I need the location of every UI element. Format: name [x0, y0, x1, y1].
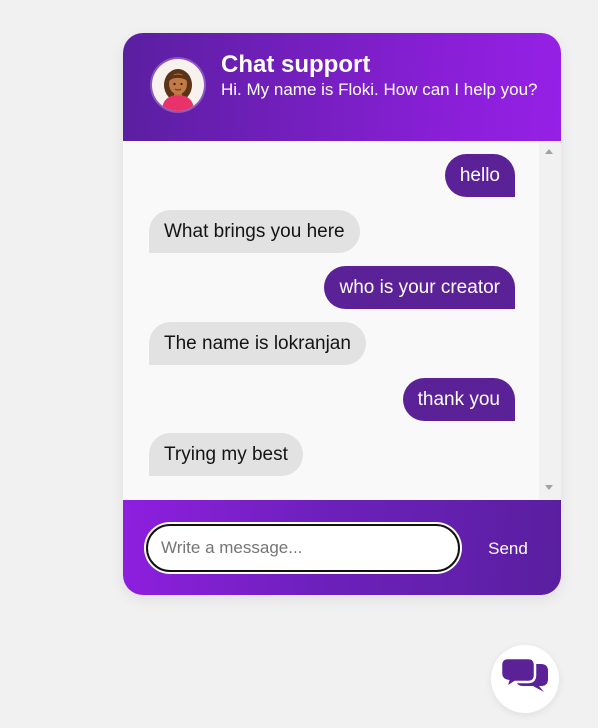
- chat-header: Chat support Hi. My name is Floki. How c…: [123, 33, 561, 141]
- chat-widget: Chat support Hi. My name is Floki. How c…: [123, 33, 561, 595]
- chat-footer: Send: [123, 500, 561, 595]
- message-list[interactable]: hello What brings you here who is your c…: [123, 141, 561, 500]
- sent-message: thank you: [402, 378, 515, 421]
- received-message: What brings you here: [149, 210, 360, 253]
- woman-avatar-icon: [162, 69, 194, 111]
- agent-avatar: [152, 59, 204, 111]
- chat-bubbles-icon: [499, 656, 548, 692]
- received-message: The name is lokranjan: [149, 322, 366, 365]
- message-scrollbar[interactable]: [539, 141, 561, 500]
- sent-message: who is your creator: [324, 266, 515, 309]
- received-message: Trying my best: [149, 433, 303, 476]
- scroll-down-arrow-icon[interactable]: [545, 485, 553, 490]
- sent-message: hello: [444, 154, 515, 197]
- message-input[interactable]: [146, 524, 460, 572]
- chat-subtitle: Hi. My name is Floki. How can I help you…: [221, 80, 538, 99]
- chat-title: Chat support: [221, 51, 371, 78]
- scroll-up-arrow-icon[interactable]: [545, 149, 553, 154]
- send-button[interactable]: Send: [475, 534, 541, 564]
- chat-launcher-button[interactable]: [491, 645, 559, 713]
